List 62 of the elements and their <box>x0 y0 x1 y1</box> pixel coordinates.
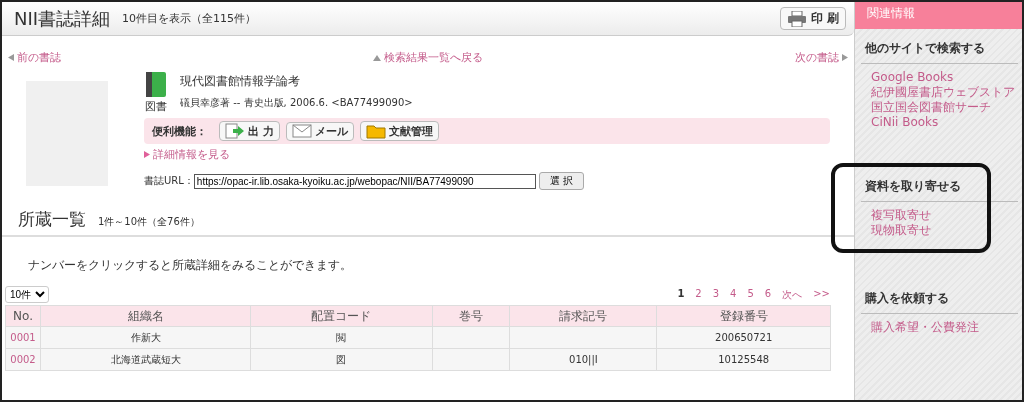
url-field[interactable]: https://opac-ir.lib.osaka-kyoiku.ac.jp/webopac/NII/BA77499090 <box>193 173 536 189</box>
page-link[interactable]: 2 <box>695 287 702 302</box>
export-button[interactable]: 出 力 <box>219 121 280 141</box>
print-button[interactable]: 印 刷 <box>779 7 846 30</box>
page-title: NII書誌詳細 <box>14 6 111 31</box>
book-details: 礒貝幸彦著 -- 青史出版, 2006.6. <BA77499090> <box>180 96 413 110</box>
up-triangle-icon <box>373 54 381 61</box>
column-header: 巻号 <box>432 305 510 327</box>
sidebar-link[interactable]: 国立国会図書館サーチ <box>861 100 1018 115</box>
page-link[interactable]: 3 <box>712 287 720 302</box>
holdings-note: ナンバーをクリックすると所蔵詳細をみることができます。 <box>27 257 353 274</box>
right-triangle-icon <box>842 54 848 61</box>
book-icon <box>145 71 167 99</box>
sidebar-link[interactable]: CiNii Books <box>861 115 1018 130</box>
section-heading: 資料を取り寄せる <box>861 175 1018 202</box>
mail-button[interactable]: メール <box>285 121 354 141</box>
details-link[interactable]: 詳細情報を見る <box>153 147 230 162</box>
book-title: 現代図書館情報学論考 <box>180 73 301 90</box>
previous-record-link[interactable]: 前の書誌 <box>17 50 61 65</box>
back-to-results-link[interactable]: 検索結果一覧へ戻る <box>384 50 483 65</box>
folder-button[interactable]: 文献管理 <box>359 121 439 141</box>
envelope-icon <box>291 124 312 138</box>
table-cell: 010||I <box>569 354 598 365</box>
table-cell: 北海道武蔵短大 <box>110 353 181 365</box>
table-cell: 10125548 <box>718 354 770 365</box>
column-header: 配置コード <box>250 305 433 327</box>
table-cell: 閲 <box>336 331 347 343</box>
sidebar-link[interactable]: Google Books <box>861 70 1018 85</box>
material-type: 図書 <box>145 99 167 114</box>
url-label: 書誌URL： <box>144 174 194 188</box>
per-page-select[interactable]: 10件 <box>5 286 49 303</box>
page-link[interactable]: 5 <box>747 287 754 302</box>
page-link[interactable]: >> <box>813 287 830 302</box>
sidebar-link[interactable]: 現物取寄せ <box>861 223 1018 238</box>
table-cell: 200650721 <box>715 332 773 343</box>
table-cell: 図 <box>336 353 347 365</box>
table-cell: 作新大 <box>130 331 161 343</box>
sidebar-link[interactable]: 購入希望・公費発注 <box>861 320 1018 335</box>
column-header: No. <box>5 305 41 327</box>
select-button[interactable]: 選 択 <box>538 172 585 190</box>
section-heading: 他のサイトで検索する <box>861 37 1018 64</box>
printer-icon <box>786 10 807 27</box>
sidebar-link[interactable]: 紀伊國屋書店ウェブストア <box>861 85 1018 100</box>
left-triangle-icon <box>8 54 14 61</box>
holdings-count: 1件～10件（全76件） <box>98 215 200 229</box>
column-header: 請求記号 <box>510 305 657 327</box>
right-triangle-icon <box>144 151 150 158</box>
section-heading: 購入を依頼する <box>861 287 1018 314</box>
column-header: 組織名 <box>40 305 251 327</box>
next-record-link[interactable]: 次の書誌 <box>795 50 839 65</box>
sidebar-link[interactable]: 複写取寄せ <box>861 208 1018 223</box>
sidebar-title: 関連情報 <box>855 2 1022 29</box>
tools-label: 便利機能： <box>152 123 207 139</box>
page-link[interactable]: 4 <box>730 287 737 302</box>
page-link[interactable]: 1 <box>677 287 685 302</box>
export-icon <box>225 123 245 139</box>
record-position: 10件目を表示（全115件） <box>122 11 257 26</box>
holdings-title: 所蔵一覧 <box>18 208 86 231</box>
page-link[interactable]: 6 <box>764 287 772 302</box>
folder-icon <box>365 123 386 139</box>
page-link[interactable]: 次へ <box>782 287 803 302</box>
column-header: 登録番号 <box>656 305 831 327</box>
